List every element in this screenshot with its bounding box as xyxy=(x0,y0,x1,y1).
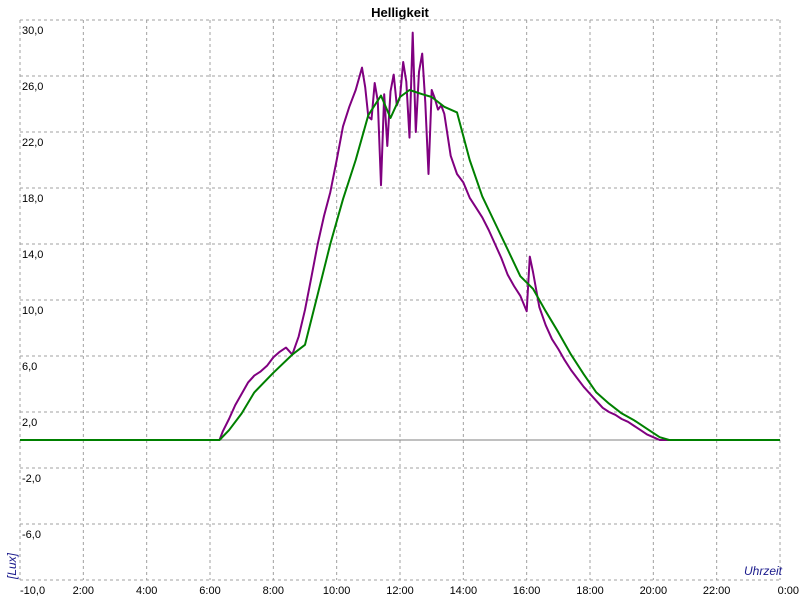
x-tick-label: 22:00 xyxy=(703,585,731,597)
x-tick-label: 10:00 xyxy=(323,585,351,597)
x-tick-label: -10,0 xyxy=(20,585,45,597)
brightness-chart: Helligkeit 30,0 26,0 22,0 18,0 14,0 10,0 6,0 2,… xyxy=(0,0,800,600)
y-tick-label: -2,0 xyxy=(22,473,41,485)
x-tick-label: 20:00 xyxy=(640,585,668,597)
y-tick-label: 18,0 xyxy=(22,193,43,205)
y-tick-label: -6,0 xyxy=(22,529,41,541)
y-tick-label: 14,0 xyxy=(22,249,43,261)
y-tick-label: 2,0 xyxy=(22,417,37,429)
x-tick-label: 16:00 xyxy=(513,585,541,597)
x-tick-label: 8:00 xyxy=(263,585,284,597)
x-tick-label: 18:00 xyxy=(576,585,604,597)
x-tick-label: 0:00 xyxy=(778,585,799,597)
x-tick-label: 14:00 xyxy=(450,585,478,597)
y-tick-label: 6,0 xyxy=(22,361,37,373)
y-tick-label: 26,0 xyxy=(22,81,43,93)
x-tick-label: 4:00 xyxy=(136,585,157,597)
x-axis-label: Uhrzeit xyxy=(744,564,783,578)
x-tick-label: 6:00 xyxy=(199,585,220,597)
y-tick-label: 22,0 xyxy=(22,137,43,149)
chart-title: Helligkeit xyxy=(371,5,429,20)
x-tick-label: 2:00 xyxy=(73,585,94,597)
y-tick-label: 30,0 xyxy=(22,25,43,37)
y-axis-label: [Lux] xyxy=(5,552,19,580)
x-tick-label: 12:00 xyxy=(386,585,414,597)
y-tick-label: 10,0 xyxy=(22,305,43,317)
